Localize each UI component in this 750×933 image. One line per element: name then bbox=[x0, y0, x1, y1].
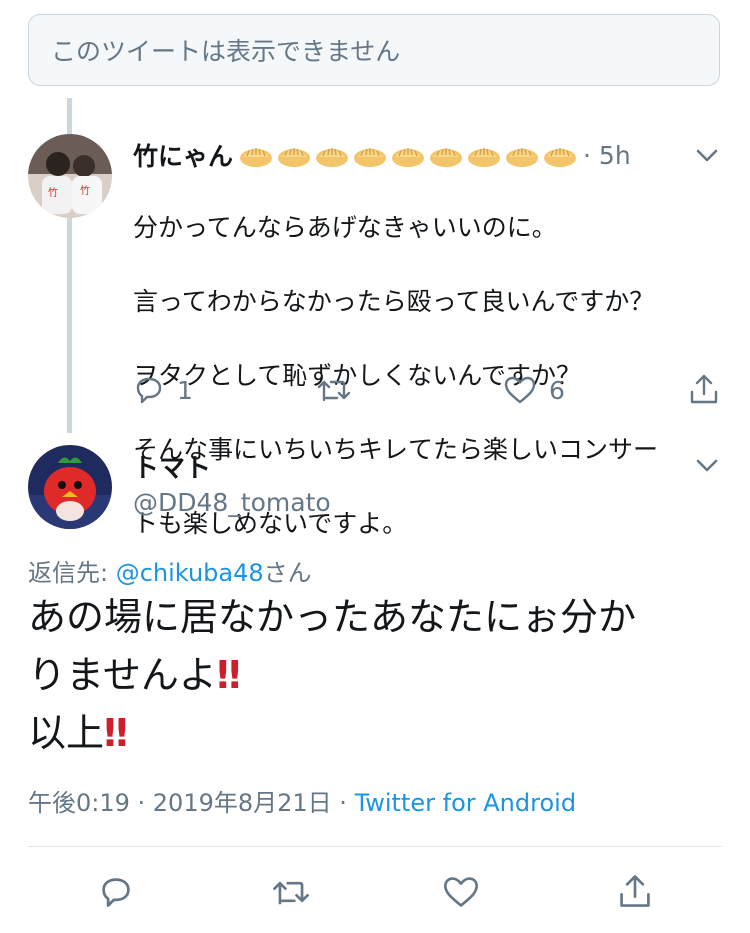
svg-text:竹: 竹 bbox=[48, 186, 58, 199]
double-exclamation-icon: ‼ bbox=[216, 653, 241, 697]
divider bbox=[28, 846, 722, 847]
share-icon bbox=[690, 374, 718, 404]
like-button[interactable] bbox=[442, 874, 480, 910]
parent-tweet-header: 竹にゃん · 5h bbox=[133, 135, 723, 175]
timestamp: 午後0:19 · 2019年8月21日 · bbox=[28, 789, 355, 817]
reply-count: 1 bbox=[177, 375, 193, 405]
dumpling-icon bbox=[278, 148, 311, 167]
reply-icon bbox=[136, 377, 162, 404]
like-button[interactable]: 6 bbox=[503, 374, 565, 406]
dumpling-icon bbox=[354, 148, 387, 167]
dumpling-icon bbox=[240, 148, 273, 167]
retweet-button[interactable] bbox=[270, 874, 312, 910]
dumpling-icon bbox=[506, 148, 539, 167]
dumpling-emoji-row bbox=[239, 143, 577, 167]
mention-link[interactable]: @chikuba48 bbox=[116, 559, 264, 587]
tweet-line: そんな事にいちいちキレてたら楽しいコンサー bbox=[133, 435, 659, 464]
dumpling-icon bbox=[468, 148, 501, 167]
display-name[interactable]: 竹にゃん bbox=[133, 137, 233, 173]
main-tweet-actions bbox=[0, 864, 750, 920]
tweet-text-part: あの場に居なかったあなたにぉ分か りませんよ bbox=[28, 595, 637, 697]
share-button[interactable] bbox=[687, 372, 721, 406]
unavailable-tweet-notice: このツイートは表示できません bbox=[28, 14, 720, 86]
dumpling-icon bbox=[430, 148, 463, 167]
replying-to: 返信先: @chikuba48さん bbox=[28, 553, 312, 588]
replying-prefix: 返信先: bbox=[28, 559, 116, 587]
tweet-time[interactable]: · 5h bbox=[583, 141, 631, 170]
parent-tweet-actions: 1 6 bbox=[133, 370, 723, 414]
chevron-down-icon[interactable] bbox=[692, 140, 722, 170]
svg-text:竹: 竹 bbox=[80, 184, 90, 197]
main-tweet-text: あの場に居なかったあなたにぉ分か りませんよ‼ 以上‼ bbox=[28, 588, 728, 762]
share-button[interactable] bbox=[616, 872, 654, 910]
reply-icon bbox=[102, 878, 130, 907]
user-handle[interactable]: @DD48_tomato bbox=[133, 488, 331, 517]
display-name[interactable]: トマト bbox=[133, 448, 211, 485]
reply-button[interactable]: 1 bbox=[133, 374, 193, 406]
share-icon bbox=[620, 875, 650, 907]
tweet-meta: 午後0:19 · 2019年8月21日 · Twitter for Androi… bbox=[28, 783, 576, 818]
retweet-icon bbox=[273, 881, 309, 905]
dumpling-icon bbox=[392, 148, 425, 167]
tweet-line: 分かってんならあげなきゃいいのに。 bbox=[133, 213, 557, 242]
dumpling-icon bbox=[316, 148, 349, 167]
retweet-icon bbox=[317, 380, 351, 402]
retweet-button[interactable] bbox=[315, 374, 353, 406]
dumpling-icon bbox=[544, 148, 577, 167]
unavailable-text: このツイートは表示できません bbox=[51, 37, 401, 66]
like-icon bbox=[504, 376, 536, 404]
replying-suffix: さん bbox=[263, 559, 312, 587]
like-icon bbox=[444, 877, 478, 907]
tweet-line: 言ってわからなかったら殴って良いんですか？ bbox=[133, 287, 655, 316]
reply-button[interactable] bbox=[98, 874, 134, 910]
chevron-down-icon[interactable] bbox=[692, 450, 722, 480]
avatar[interactable] bbox=[28, 445, 112, 529]
source-link[interactable]: Twitter for Android bbox=[355, 789, 576, 817]
tweet-text-part: 以上 bbox=[28, 711, 105, 755]
like-count: 6 bbox=[549, 375, 565, 405]
avatar[interactable]: 竹 竹 bbox=[28, 134, 112, 218]
double-exclamation-icon: ‼ bbox=[104, 711, 128, 755]
